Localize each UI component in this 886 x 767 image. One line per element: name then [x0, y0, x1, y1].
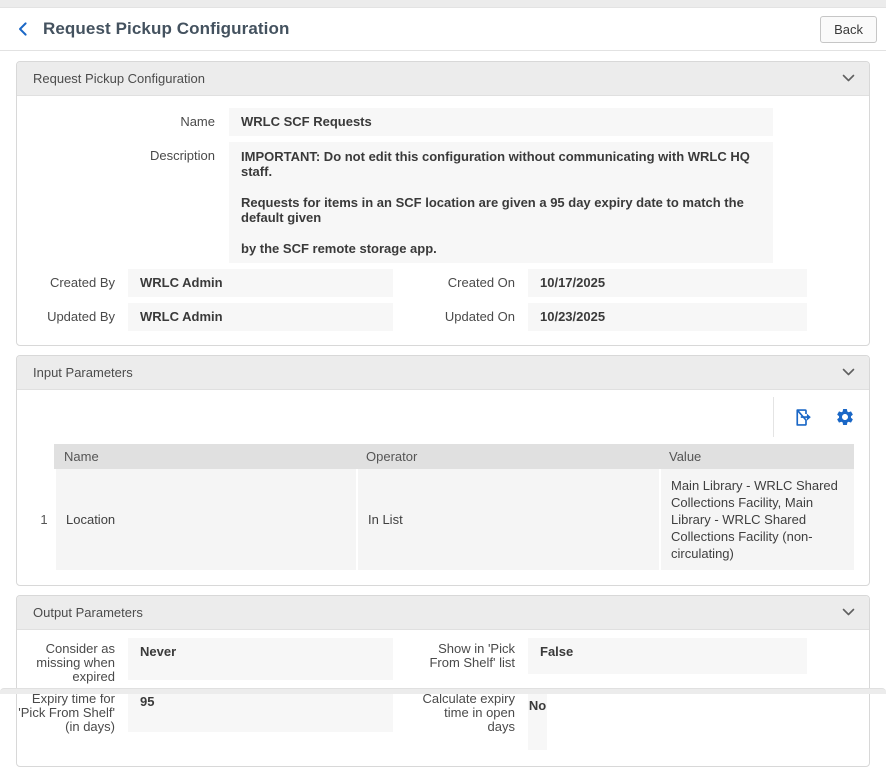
description-row: Description IMPORTANT: Do not edit this …	[17, 142, 869, 263]
general-section-body: Name WRLC SCF Requests Description IMPOR…	[17, 96, 869, 345]
general-section: Request Pickup Configuration Name WRLC S…	[16, 61, 870, 346]
updated-by-label: Updated By	[17, 303, 115, 324]
description-line: Requests for items in an SCF location ar…	[241, 195, 761, 225]
updated-row: Updated By WRLC Admin Updated On 10/23/2…	[17, 303, 869, 331]
table-header-operator: Operator	[356, 444, 659, 469]
page-title: Request Pickup Configuration	[43, 19, 289, 39]
table-header-value: Value	[659, 444, 854, 469]
row-value: Main Library - WRLC Shared Collections F…	[659, 469, 854, 570]
output-row: Consider as missing when expired Never S…	[17, 638, 869, 684]
table-row: 1 Location In List Main Library - WRLC S…	[34, 469, 854, 570]
created-on-label: Created On	[393, 269, 515, 290]
updated-on-value: 10/23/2025	[528, 303, 807, 331]
consider-missing-label: Consider as missing when expired	[17, 638, 115, 684]
name-value: WRLC SCF Requests	[229, 108, 773, 136]
toolbar-divider	[773, 397, 774, 437]
table-header-name: Name	[54, 444, 356, 469]
back-button[interactable]: Back	[820, 16, 877, 43]
output-row: Expiry time for 'Pick From Shelf' (in da…	[17, 688, 869, 750]
description-line: IMPORTANT: Do not edit this configuratio…	[241, 149, 761, 179]
output-parameters-title: Output Parameters	[33, 605, 143, 620]
created-by-value: WRLC Admin	[128, 269, 393, 297]
table-header-row: Name Operator Value	[34, 444, 854, 469]
chevron-down-icon	[842, 365, 855, 380]
show-pick-from-shelf-value: False	[528, 638, 807, 674]
description-value: IMPORTANT: Do not edit this configuratio…	[229, 142, 773, 263]
output-parameters-header[interactable]: Output Parameters	[17, 596, 869, 630]
top-edge-bar	[0, 0, 886, 8]
updated-by-value: WRLC Admin	[128, 303, 393, 331]
expiry-time-value: 95	[128, 688, 393, 732]
chevron-down-icon	[842, 71, 855, 86]
table-toolbar	[17, 390, 869, 444]
name-label: Name	[17, 108, 215, 129]
updated-on-label: Updated On	[393, 303, 515, 324]
input-parameters-header[interactable]: Input Parameters	[17, 356, 869, 390]
output-parameters-section: Output Parameters Consider as missing wh…	[16, 595, 870, 767]
table-header-num	[34, 444, 54, 469]
general-section-title: Request Pickup Configuration	[33, 71, 205, 86]
row-number: 1	[34, 469, 54, 570]
export-icon[interactable]	[792, 407, 813, 428]
created-by-label: Created By	[17, 269, 115, 290]
page-header: Request Pickup Configuration Back	[0, 8, 886, 51]
output-parameters-body: Consider as missing when expired Never S…	[17, 630, 869, 766]
created-row: Created By WRLC Admin Created On 10/17/2…	[17, 269, 869, 297]
name-row: Name WRLC SCF Requests	[17, 108, 869, 136]
chevron-down-icon	[842, 605, 855, 620]
consider-missing-value: Never	[128, 638, 393, 680]
row-operator: In List	[356, 469, 659, 570]
calculate-expiry-label: Calculate expiry time in open days	[393, 688, 515, 734]
bottom-edge-bar	[0, 688, 886, 694]
calculate-expiry-value: No	[528, 688, 547, 750]
expiry-time-label: Expiry time for 'Pick From Shelf' (in da…	[17, 688, 115, 734]
input-parameters-title: Input Parameters	[33, 365, 133, 380]
back-chevron-icon[interactable]	[12, 18, 34, 40]
description-label: Description	[17, 142, 215, 163]
parameters-table: Name Operator Value 1 Location In List M…	[34, 444, 854, 570]
general-section-header[interactable]: Request Pickup Configuration	[17, 62, 869, 96]
show-pick-from-shelf-label: Show in 'Pick From Shelf' list	[393, 638, 515, 670]
description-line: by the SCF remote storage app.	[241, 241, 761, 256]
input-parameters-section: Input Parameters N	[16, 355, 870, 586]
created-on-value: 10/17/2025	[528, 269, 807, 297]
content-area: Request Pickup Configuration Name WRLC S…	[0, 51, 886, 767]
row-name: Location	[54, 469, 356, 570]
gear-icon[interactable]	[835, 407, 855, 427]
